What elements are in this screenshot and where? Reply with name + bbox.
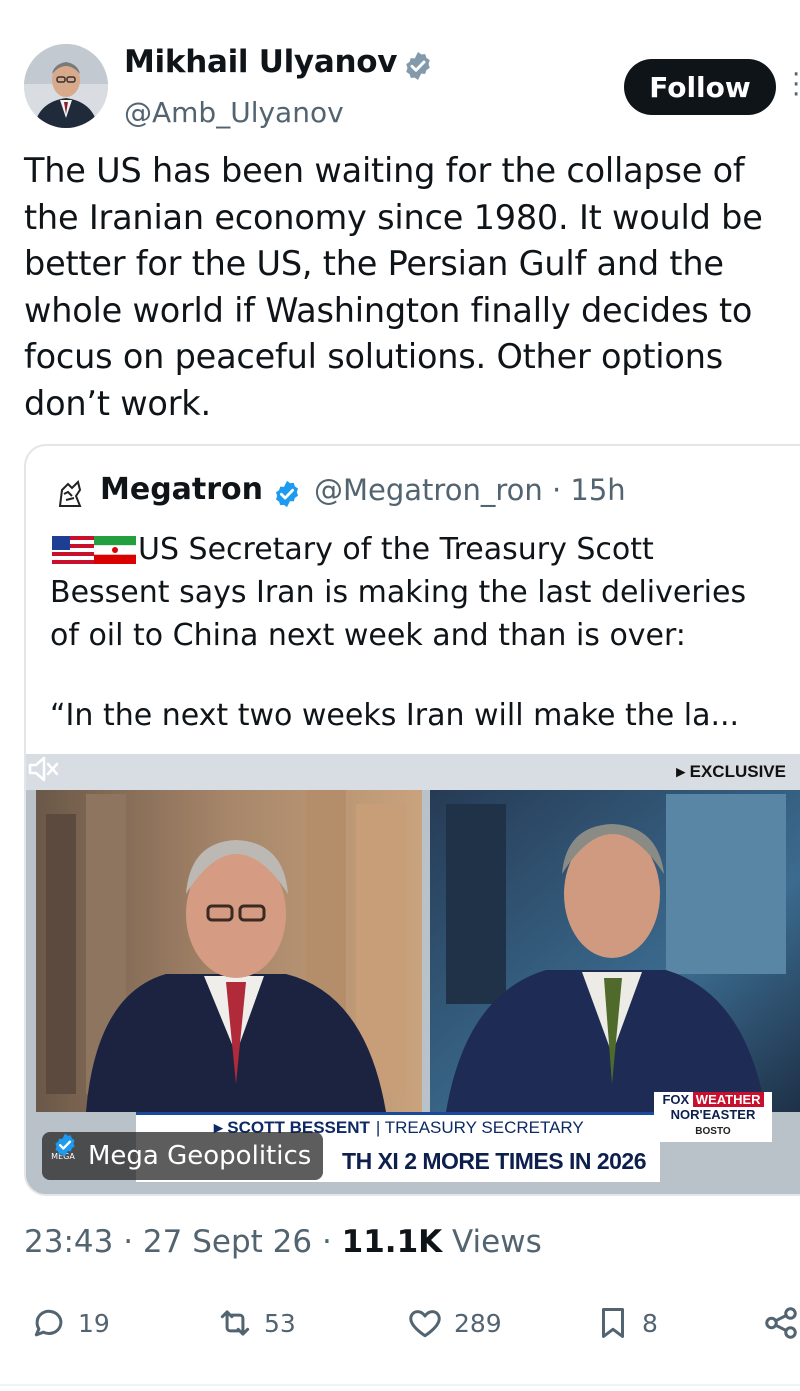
map-label: BOSTO	[695, 1126, 731, 1137]
tweet-meta: 23:43 · 27 Sept 26 · 11.1K Views	[24, 1224, 542, 1260]
action-bar: 19 53 289 8	[0, 1296, 800, 1356]
bookmark-count: 8	[642, 1308, 658, 1338]
mute-icon[interactable]	[26, 754, 60, 784]
bookmark-button[interactable]: 8	[594, 1304, 658, 1342]
quote-text-excerpt: “In the next two weeks Iran will make th…	[50, 698, 740, 733]
bookmark-icon	[601, 1308, 625, 1338]
video-player[interactable]: ▸ EXCLUSIVE ▸ SCOTT BESSENT | TREASURY S…	[26, 754, 800, 1194]
weather-label: NOR'EASTER	[670, 1107, 756, 1122]
tweet: Mikhail Ulyanov @Amb_Ulyanov Follow · · · …	[0, 0, 800, 1391]
reply-count: 19	[78, 1308, 110, 1338]
verified-badge-icon	[276, 480, 298, 508]
quote-text: US Secretary of the Treasury Scott Besse…	[50, 532, 747, 653]
repost-button[interactable]: 53	[216, 1304, 296, 1342]
author-avatar[interactable]	[24, 44, 108, 128]
fox-brand: FOX	[662, 1092, 690, 1107]
repost-count: 53	[264, 1308, 296, 1338]
tweet-date[interactable]: 27 Sept 26	[143, 1224, 312, 1260]
quoted-tweet[interactable]: Megatron @Megatron_ron · 15h US Secretar…	[24, 444, 800, 1196]
exclusive-label: ▸ EXCLUSIVE	[676, 762, 786, 781]
channel-watermark: ♞MEGA Mega Geopolitics	[42, 1132, 324, 1180]
share-button[interactable]	[762, 1304, 800, 1342]
views-label: Views	[452, 1224, 542, 1260]
tweet-text: The US has been waiting for the collapse…	[24, 151, 763, 423]
repost-icon	[220, 1310, 250, 1336]
heart-icon	[409, 1310, 441, 1338]
verified-badge-icon	[406, 52, 430, 80]
views-count: 11.1K	[341, 1224, 443, 1260]
verified-badge-icon	[55, 1133, 75, 1157]
author-handle[interactable]: @Amb_Ulyanov	[124, 96, 344, 129]
watermark-text: Mega Geopolitics	[88, 1141, 312, 1171]
quote-avatar-icon[interactable]	[52, 476, 88, 512]
fox-weather-badge: FOX WEATHER NOR'EASTER BOSTO	[654, 1092, 772, 1142]
tweet-time[interactable]: 23:43	[24, 1224, 113, 1260]
reply-icon	[34, 1309, 63, 1337]
like-count: 289	[454, 1308, 502, 1338]
fox-weather: WEATHER	[692, 1092, 764, 1107]
share-icon	[765, 1307, 797, 1339]
quote-handle-time[interactable]: @Megatron_ron · 15h	[314, 473, 626, 507]
quote-author-name[interactable]: Megatron	[100, 472, 263, 507]
author-name[interactable]: Mikhail Ulyanov	[124, 44, 397, 80]
divider	[0, 1384, 800, 1386]
reply-button[interactable]: 19	[30, 1304, 110, 1342]
follow-button[interactable]: Follow	[624, 59, 776, 115]
lower-third-role: | TREASURY SECRETARY	[375, 1117, 584, 1137]
like-button[interactable]: 289	[406, 1304, 502, 1342]
more-options-icon[interactable]: · · ·	[792, 62, 800, 108]
